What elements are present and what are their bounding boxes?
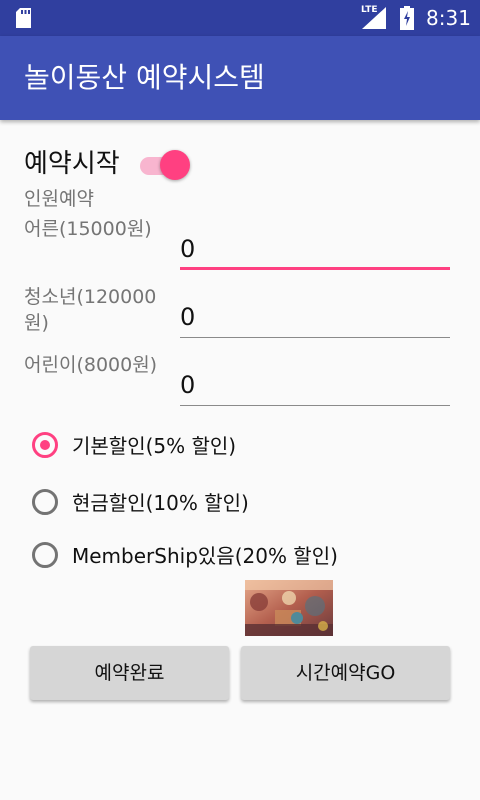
child-label: 어린이(8000원) (24, 354, 158, 376)
adult-count-input[interactable] (180, 231, 450, 267)
teen-input-underline (180, 337, 450, 338)
sd-card-icon (16, 8, 31, 28)
discount-option-cash[interactable]: 현금할인(10% 할인) (32, 487, 312, 523)
adult-input-underline (180, 267, 450, 270)
child-count-input[interactable] (180, 367, 450, 403)
switch-thumb (160, 150, 190, 180)
app-bar: 놀이동산 예약시스템 (0, 36, 480, 120)
radio-button-checked[interactable] (32, 432, 58, 458)
reservation-switch[interactable] (138, 150, 194, 180)
status-bar: LTE 8:31 (0, 0, 480, 36)
teen-count-input[interactable] (180, 299, 450, 335)
reservation-switch-label: 예약시작 (24, 149, 120, 179)
radio-button[interactable] (32, 489, 58, 515)
teen-label: 청소년(120000원) (24, 286, 157, 334)
child-input-underline (180, 405, 450, 406)
radio-button[interactable] (32, 542, 58, 568)
network-type-label: LTE (361, 5, 378, 15)
discount-option-label: 기본할인(5% 할인) (72, 434, 237, 458)
status-clock: 8:31 (426, 6, 471, 30)
discount-option-basic[interactable]: 기본할인(5% 할인) (32, 430, 312, 466)
discount-option-label: 현금할인(10% 할인) (72, 491, 249, 515)
adult-label: 어른(15000원) (24, 218, 152, 240)
app-title: 놀이동산 예약시스템 (24, 61, 265, 94)
discount-option-membership[interactable]: MemberShip있음(20% 할인) (32, 540, 372, 576)
battery-icon (400, 6, 414, 30)
discount-option-label: MemberShip있음(20% 할인) (72, 544, 338, 568)
complete-reservation-button[interactable]: 예약완료 (30, 646, 229, 700)
amusement-park-photo (245, 580, 333, 636)
headcount-section-label: 인원예약 (24, 188, 94, 210)
time-reservation-button[interactable]: 시간예약GO (241, 646, 450, 700)
